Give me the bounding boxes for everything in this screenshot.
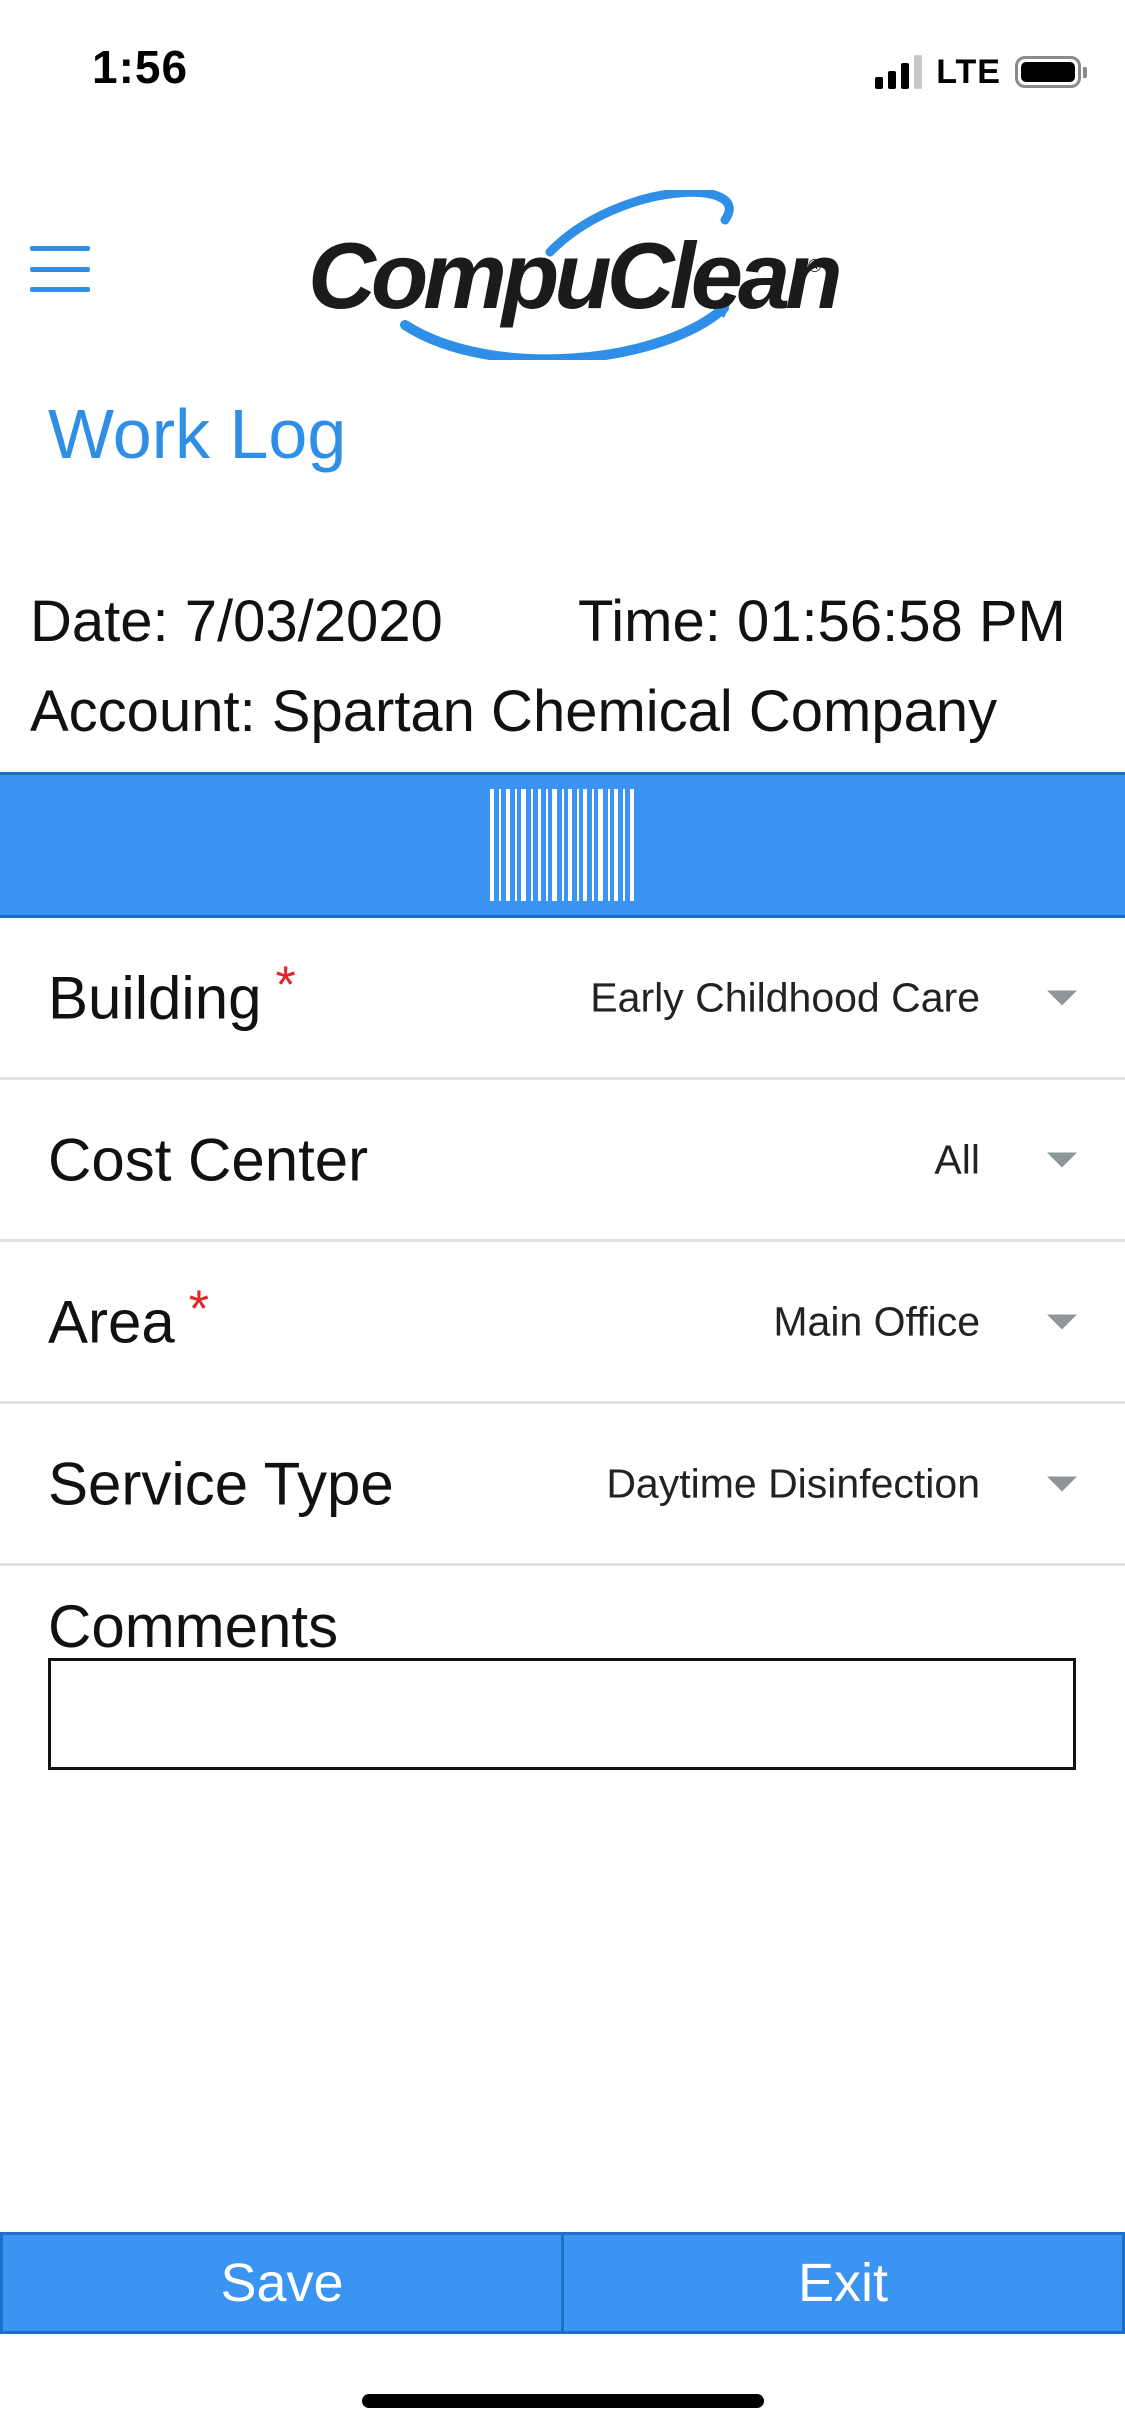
logo-text: CompuClean [308,223,839,328]
service-type-label: Service Type [48,1450,394,1517]
building-label: Building * [48,956,296,1031]
required-marker: * [275,956,296,1014]
barcode-icon [490,789,634,901]
status-time: 1:56 [92,41,189,93]
service-type-value: Daytime Disinfection [606,1460,980,1506]
dropdown-caret-icon [1047,1476,1077,1491]
building-value: Early Childhood Care [590,974,980,1020]
battery-icon [1015,56,1087,88]
network-type: LTE [936,52,1001,91]
logo-registered-mark: ® [808,256,821,276]
area-label: Area * [48,1280,209,1355]
cost-center-value: All [934,1136,980,1182]
signal-icon [875,55,923,89]
dropdown-caret-icon [1047,990,1077,1005]
building-select[interactable]: Building * Early Childhood Care [0,918,1125,1080]
area-select[interactable]: Area * Main Office [0,1242,1125,1404]
dropdown-caret-icon [1047,1314,1077,1329]
required-marker: * [188,1280,209,1338]
exit-button[interactable]: Exit [564,2232,1125,2334]
account-label: Account: Spartan Chemical Company [30,679,998,744]
barcode-scan-button[interactable] [0,772,1125,918]
time-label: Time: 01:56:58 PM [578,589,1066,654]
cost-center-label: Cost Center [48,1126,369,1193]
service-type-select[interactable]: Service Type Daytime Disinfection [0,1404,1125,1566]
comments-label: Comments [48,1593,339,1660]
comments-input[interactable] [48,1658,1076,1770]
work-log-screen: 1:56 LTE CompuClean ® Work Log Date: 7/0… [0,0,1125,2436]
area-value: Main Office [773,1298,980,1344]
page-title: Work Log [48,395,347,473]
compuclean-logo: CompuClean ® [300,187,844,365]
action-bar: Save Exit [0,2232,1125,2334]
dropdown-caret-icon [1047,1152,1077,1167]
hamburger-menu-icon[interactable] [30,246,90,292]
status-indicators: LTE [875,50,1087,94]
save-button[interactable]: Save [0,2232,564,2334]
home-indicator[interactable] [362,2394,764,2408]
cost-center-select[interactable]: Cost Center All [0,1080,1125,1242]
date-label: Date: 7/03/2020 [30,589,443,654]
